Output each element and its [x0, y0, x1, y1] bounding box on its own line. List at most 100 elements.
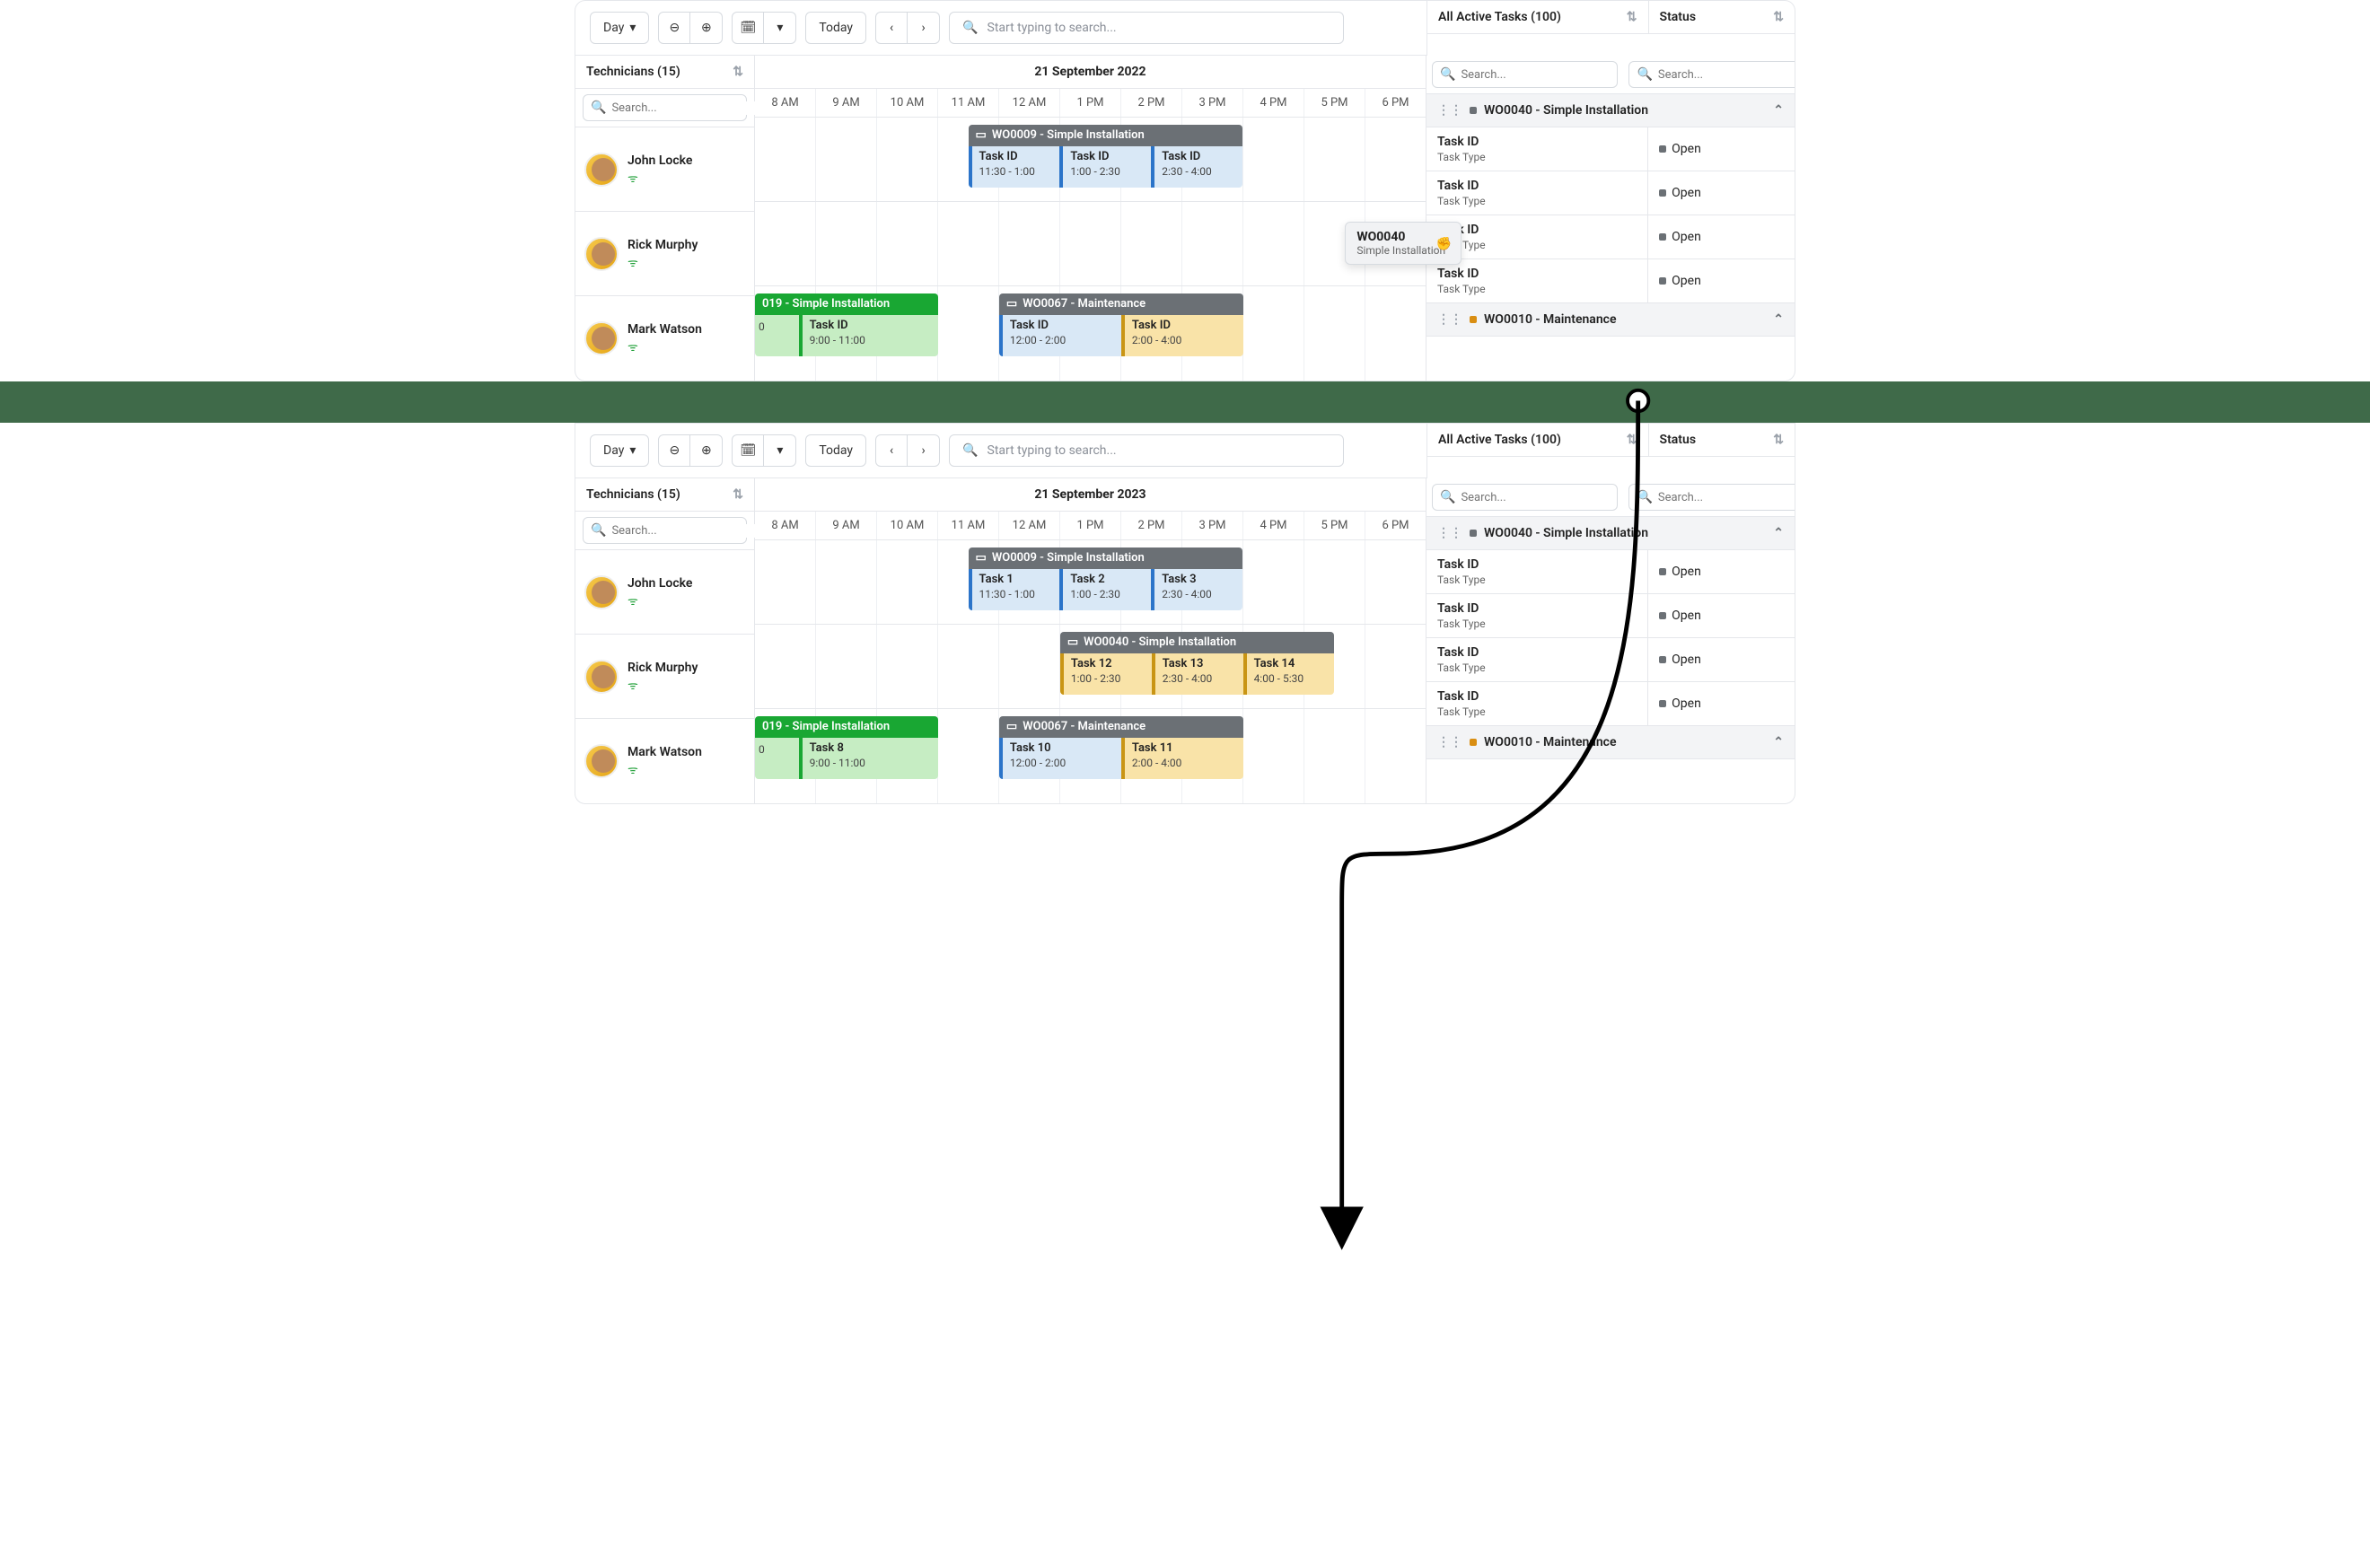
gantt-row[interactable]: ▭WO0009 - Simple Installation Task 111:3… [755, 540, 1426, 625]
task-bar[interactable]: Task ID1:00 - 2:30 [1059, 146, 1151, 188]
calendar-menu-button[interactable]: ▾ [764, 434, 796, 467]
drag-handle-icon[interactable]: ⋮⋮ [1437, 312, 1462, 327]
work-order-bar[interactable]: ▭WO0009 - Simple Installation Task ID11:… [969, 125, 1243, 188]
calendar-menu-button[interactable]: ▾ [764, 12, 796, 44]
today-button[interactable]: Today [805, 434, 866, 467]
task-row[interactable]: Task IDTask TypeOpen [1426, 594, 1795, 638]
status-search[interactable]: 🔍 [1628, 484, 1795, 511]
drag-handle-icon[interactable]: ⋮⋮ [1437, 735, 1462, 749]
technician-row[interactable]: Rick Murphyᯤ [575, 635, 754, 719]
technicians-title: Technicians (15) [586, 65, 680, 79]
technician-row[interactable]: Mark Watsonᯤ [575, 296, 754, 381]
task-bar[interactable]: Task 132:30 - 4:00 [1152, 653, 1243, 695]
task-row[interactable]: Task IDTask TypeOpen [1426, 550, 1795, 594]
wo-group-header[interactable]: ⋮⋮ WO0040 - Simple Installation ⌃ [1426, 94, 1795, 127]
sort-icon[interactable]: ⇅ [733, 65, 743, 79]
task-row[interactable]: Task IDTask TypeOpen [1426, 259, 1795, 303]
task-search-input[interactable] [1461, 491, 1610, 504]
status-search[interactable]: 🔍 [1628, 61, 1795, 88]
technician-row[interactable]: John Lockeᯤ [575, 550, 754, 635]
sort-icon[interactable]: ⇅ [1773, 10, 1784, 24]
work-order-bar[interactable]: ▭WO0009 - Simple Installation Task 111:3… [969, 547, 1243, 610]
technician-search[interactable]: 🔍 [583, 517, 747, 544]
zoom-out-button[interactable]: ⊖ [658, 12, 690, 44]
task-bar[interactable]: Task 32:30 - 4:00 [1151, 569, 1242, 610]
task-row[interactable]: Task IDTask TypeOpen [1426, 171, 1795, 215]
work-order-bar[interactable]: ▭WO0067 - Maintenance Task ID12:00 - 2:0… [999, 293, 1243, 356]
task-bar[interactable]: Task 21:00 - 2:30 [1059, 569, 1151, 610]
zoom-in-button[interactable]: ⊕ [690, 12, 723, 44]
avatar [584, 153, 619, 187]
sort-icon[interactable]: ⇅ [733, 487, 743, 502]
task-bar[interactable]: Task 1012:00 - 2:00 [999, 738, 1121, 779]
task-bar[interactable]: Task ID11:30 - 1:00 [969, 146, 1060, 188]
task-bar[interactable]: Task 112:00 - 4:00 [1121, 738, 1243, 779]
task-bar[interactable]: Task ID2:00 - 4:00 [1121, 315, 1243, 356]
chevron-up-icon[interactable]: ⌃ [1773, 735, 1784, 749]
drag-work-order-card[interactable]: WO0040 Simple Installation ✊ [1345, 222, 1462, 265]
task-bar[interactable]: Task 111:30 - 1:00 [969, 569, 1060, 610]
view-day-button[interactable]: Day ▾ [590, 12, 649, 44]
work-order-bar[interactable]: 019 - Simple Installation 0 Task 89:00 -… [755, 716, 938, 779]
task-bar[interactable]: 0 [755, 738, 799, 779]
prev-button[interactable]: ‹ [875, 12, 908, 44]
task-row[interactable]: Task IDTask TypeOpen [1426, 682, 1795, 726]
wo-group-header[interactable]: ⋮⋮WO0010 - Maintenance⌃ [1426, 726, 1795, 759]
task-search-input[interactable] [1461, 68, 1610, 82]
technician-search-input[interactable] [611, 101, 760, 115]
view-day-button[interactable]: Day▾ [590, 434, 649, 467]
wo-group-header[interactable]: ⋮⋮ WO0010 - Maintenance ⌃ [1426, 303, 1795, 337]
toolbar: Day ▾ ⊖ ⊕ 🗓 ▾ Today ‹ › 🔍 [575, 1, 1426, 56]
technician-search-input[interactable] [611, 524, 760, 538]
chevron-up-icon[interactable]: ⌃ [1773, 312, 1784, 327]
gantt-row[interactable]: 019 - Simple Installation 0 Task 89:00 -… [755, 709, 1426, 793]
gantt-row[interactable]: ▭WO0009 - Simple Installation Task ID11:… [755, 118, 1426, 202]
technician-search[interactable]: 🔍 [583, 94, 747, 121]
avatar [584, 237, 619, 271]
gantt-row[interactable]: 019 - Simple Installation 0 Task ID9:00 … [755, 286, 1426, 371]
work-order-bar[interactable]: 019 - Simple Installation 0 Task ID9:00 … [755, 293, 938, 356]
technician-row[interactable]: Mark Watsonᯤ [575, 719, 754, 803]
task-bar[interactable]: 0 [755, 315, 799, 356]
task-row[interactable]: Task IDTask TypeOpen [1426, 127, 1795, 171]
chevron-up-icon[interactable]: ⌃ [1773, 526, 1784, 540]
next-button[interactable]: › [908, 12, 940, 44]
zoom-out-button[interactable]: ⊖ [658, 434, 690, 467]
task-row[interactable]: Task IDTask TypeOpen [1426, 215, 1795, 259]
sort-icon[interactable]: ⇅ [1627, 433, 1637, 447]
task-bar[interactable]: Task 121:00 - 2:30 [1060, 653, 1152, 695]
search-input[interactable] [988, 443, 1331, 458]
task-bar[interactable]: Task 144:00 - 5:30 [1243, 653, 1335, 695]
status-search-input[interactable] [1658, 491, 1795, 504]
work-order-bar[interactable]: ▭WO0040 - Simple Installation Task 121:0… [1060, 632, 1335, 695]
today-button[interactable]: Today [805, 12, 866, 44]
chevron-up-icon[interactable]: ⌃ [1773, 103, 1784, 118]
hour-label: 2 PM [1120, 512, 1181, 539]
task-search[interactable]: 🔍 [1432, 484, 1618, 511]
task-bar[interactable]: Task ID2:30 - 4:00 [1151, 146, 1242, 188]
task-bar[interactable]: Task ID9:00 - 11:00 [799, 315, 938, 356]
drag-handle-icon[interactable]: ⋮⋮ [1437, 526, 1462, 540]
work-order-bar[interactable]: ▭WO0067 - Maintenance Task 1012:00 - 2:0… [999, 716, 1243, 779]
gantt-row[interactable]: WO0040 Simple Installation ✊ [755, 202, 1426, 286]
search-box[interactable]: 🔍 [949, 12, 1344, 44]
search-input[interactable] [988, 21, 1331, 35]
gantt-row[interactable]: ▭WO0040 - Simple Installation Task 121:0… [755, 625, 1426, 709]
search-box[interactable]: 🔍 [949, 434, 1344, 467]
task-row[interactable]: Task IDTask TypeOpen [1426, 638, 1795, 682]
wo-group-header[interactable]: ⋮⋮WO0040 - Simple Installation⌃ [1426, 517, 1795, 550]
next-button[interactable]: › [908, 434, 940, 467]
prev-button[interactable]: ‹ [875, 434, 908, 467]
task-search[interactable]: 🔍 [1432, 61, 1618, 88]
task-bar[interactable]: Task 89:00 - 11:00 [799, 738, 938, 779]
status-search-input[interactable] [1658, 68, 1795, 82]
sort-icon[interactable]: ⇅ [1627, 10, 1637, 24]
drag-handle-icon[interactable]: ⋮⋮ [1437, 103, 1462, 118]
calendar-button[interactable]: 🗓 [732, 12, 764, 44]
zoom-in-button[interactable]: ⊕ [690, 434, 723, 467]
sort-icon[interactable]: ⇅ [1773, 433, 1784, 447]
calendar-button[interactable]: 🗓 [732, 434, 764, 467]
technician-row[interactable]: Rick Murphyᯤ [575, 212, 754, 296]
task-bar[interactable]: Task ID12:00 - 2:00 [999, 315, 1121, 356]
technician-row[interactable]: John Lockeᯤ [575, 127, 754, 212]
